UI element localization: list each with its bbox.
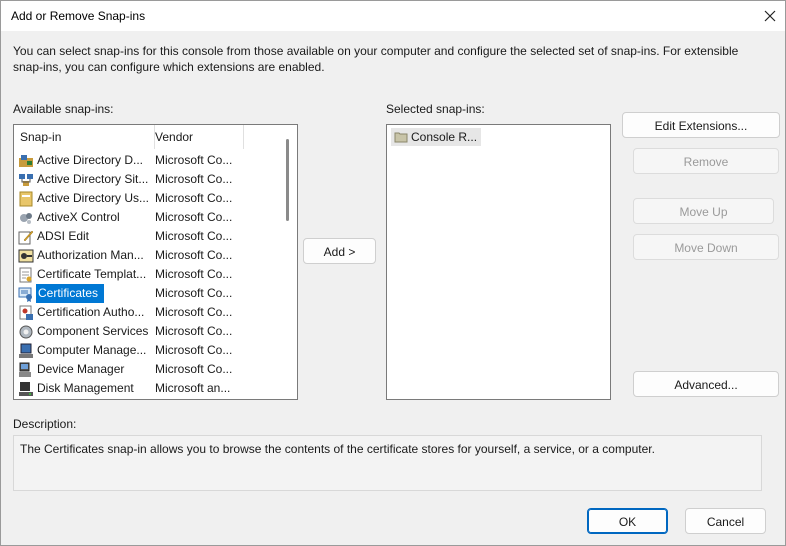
title-bar: Add or Remove Snap-ins [1,1,785,31]
cancel-button[interactable]: Cancel [685,508,766,534]
cert-authority-icon [18,305,34,321]
list-item[interactable]: Certificate Templat... Microsoft Co... [14,265,284,284]
list-item[interactable]: Device Manager Microsoft Co... [14,360,284,379]
selected-snapins-list[interactable]: Console R... [386,124,611,400]
ok-button[interactable]: OK [587,508,668,534]
activex-icon [18,210,34,226]
description-label: Description: [13,417,77,431]
column-header-vendor[interactable]: Vendor [150,125,244,149]
list-item[interactable]: Active Directory Us... Microsoft Co... [14,189,284,208]
available-snapins-list[interactable]: Snap-in Vendor Active Directory D... Mic… [13,124,298,400]
cert-template-icon [18,267,34,283]
list-item[interactable]: Active Directory D... Microsoft Co... [14,151,284,170]
list-item[interactable]: Active Directory Sit... Microsoft Co... [14,170,284,189]
window-title: Add or Remove Snap-ins [11,9,146,23]
list-item[interactable]: Certification Autho... Microsoft Co... [14,303,284,322]
remove-button[interactable]: Remove [633,148,779,174]
list-item[interactable]: Disk Management Microsoft an... [14,379,284,398]
list-item[interactable]: Authorization Man... Microsoft Co... [14,246,284,265]
ad-users-icon [18,191,34,207]
disk-management-icon [18,381,34,397]
close-icon[interactable] [761,7,779,25]
ad-sites-icon [18,172,34,188]
certificates-icon [18,286,34,302]
description-text: The Certificates snap-in allows you to b… [13,435,762,491]
folder-icon [394,130,408,149]
edit-extensions-button[interactable]: Edit Extensions... [622,112,780,138]
intro-text: You can select snap-ins for this console… [13,44,739,74]
snapin-rows: Active Directory D... Microsoft Co... Ac… [14,151,284,398]
list-item[interactable]: ActiveX Control Microsoft Co... [14,208,284,227]
computer-management-icon [18,343,34,359]
adsi-edit-icon [18,229,34,245]
selected-snapins-label: Selected snap-ins: [386,102,485,116]
list-item[interactable]: Computer Manage... Microsoft Co... [14,341,284,360]
component-services-icon [18,324,34,340]
column-header-snapin[interactable]: Snap-in [14,125,155,149]
scrollbar-thumb[interactable] [286,139,289,221]
move-up-button[interactable]: Move Up [633,198,774,224]
list-item[interactable]: Console R... [391,128,482,149]
authorization-icon [18,248,34,264]
add-button[interactable]: Add > [303,238,376,264]
list-item[interactable]: Component Services Microsoft Co... [14,322,284,341]
list-item[interactable]: ADSI Edit Microsoft Co... [14,227,284,246]
add-remove-snapins-dialog: Add or Remove Snap-ins You can select sn… [0,0,786,546]
available-snapins-label: Available snap-ins: [13,102,114,116]
ad-domains-icon [18,153,34,169]
list-item[interactable]: Certificates Microsoft Co... [14,284,284,303]
device-manager-icon [18,362,34,378]
move-down-button[interactable]: Move Down [633,234,779,260]
advanced-button[interactable]: Advanced... [633,371,779,397]
